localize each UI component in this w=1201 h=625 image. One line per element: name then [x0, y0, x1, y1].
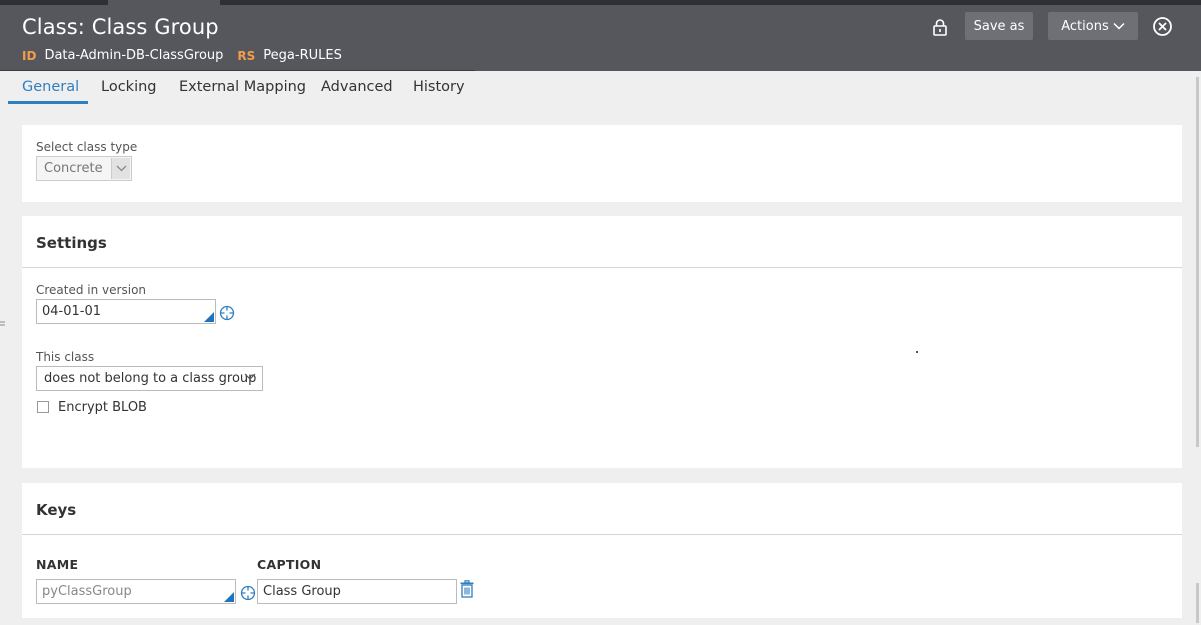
tab-advanced[interactable]: Advanced	[321, 79, 393, 95]
tab-locking[interactable]: Locking	[101, 79, 157, 95]
lock-icon[interactable]	[931, 18, 949, 36]
tab-external-mapping[interactable]: External Mapping	[179, 79, 306, 95]
this-class-value: does not belong to a class group	[44, 371, 257, 386]
stray-dot	[916, 351, 918, 353]
class-type-panel: Select class type Concrete	[22, 125, 1182, 202]
version-input[interactable]: 04-01-01	[36, 299, 216, 324]
trash-icon[interactable]	[459, 580, 475, 598]
crosshair-icon[interactable]	[219, 305, 235, 321]
active-tab-indicator	[8, 101, 88, 104]
class-type-select: Concrete	[36, 156, 132, 181]
settings-heading: Settings	[36, 234, 107, 252]
this-class-label: This class	[36, 350, 95, 364]
chevron-down-icon	[1113, 22, 1125, 30]
splitter-grip-icon[interactable]	[0, 318, 5, 330]
key-caption-value: Class Group	[263, 584, 341, 599]
keys-panel: Keys NAME CAPTION pyClassGroup Class Gro…	[22, 483, 1182, 618]
rs-value: Pega-RULES	[263, 48, 342, 63]
version-label: Created in version	[36, 283, 147, 297]
tab-general[interactable]: General	[22, 79, 79, 95]
scrollbar-lower-track	[1196, 583, 1199, 623]
rs-label: RS	[237, 48, 256, 63]
key-caption-input[interactable]: Class Group	[257, 579, 457, 604]
encrypt-blob-checkbox[interactable]	[37, 401, 49, 413]
key-name-input: pyClassGroup	[36, 579, 236, 604]
crosshair-icon[interactable]	[240, 585, 256, 601]
id-value: Data-Admin-DB-ClassGroup	[44, 48, 224, 63]
scrollbar-thumb[interactable]	[1196, 77, 1199, 447]
keys-heading: Keys	[36, 501, 77, 519]
page-title: Class: Class Group	[22, 15, 219, 39]
name-column-header: NAME	[36, 557, 79, 572]
chevron-down-icon	[244, 373, 256, 380]
tab-history[interactable]: History	[413, 79, 465, 95]
keys-divider	[22, 534, 1182, 535]
save-as-label: Save as	[973, 18, 1025, 34]
version-value: 04-01-01	[42, 304, 102, 319]
id-label: ID	[22, 48, 37, 63]
class-type-label: Select class type	[36, 140, 138, 154]
actions-button[interactable]: Actions	[1048, 12, 1138, 40]
save-as-button[interactable]: Save as	[965, 12, 1033, 40]
autocomplete-corner-icon	[204, 312, 214, 322]
page-scrollbar[interactable]	[1187, 71, 1201, 625]
rule-tabs: General Locking External Mapping Advance…	[0, 71, 1185, 105]
this-class-select[interactable]: does not belong to a class group	[36, 366, 263, 391]
caption-column-header: CAPTION	[257, 557, 322, 572]
autocomplete-corner-icon	[224, 592, 234, 602]
close-circle-icon[interactable]	[1152, 16, 1173, 37]
chevron-down-icon	[111, 158, 130, 179]
settings-divider	[22, 267, 1182, 268]
rule-header: Class: Class Group ID Data-Admin-DB-Clas…	[0, 5, 1201, 71]
rule-meta: ID Data-Admin-DB-ClassGroup RS Pega-RULE…	[22, 48, 356, 63]
encrypt-blob-label: Encrypt BLOB	[58, 400, 147, 415]
actions-label: Actions	[1061, 18, 1109, 34]
key-name-value: pyClassGroup	[42, 584, 132, 599]
class-type-value: Concrete	[44, 161, 103, 176]
settings-panel: Settings Created in version 04-01-01 Thi…	[22, 216, 1182, 468]
